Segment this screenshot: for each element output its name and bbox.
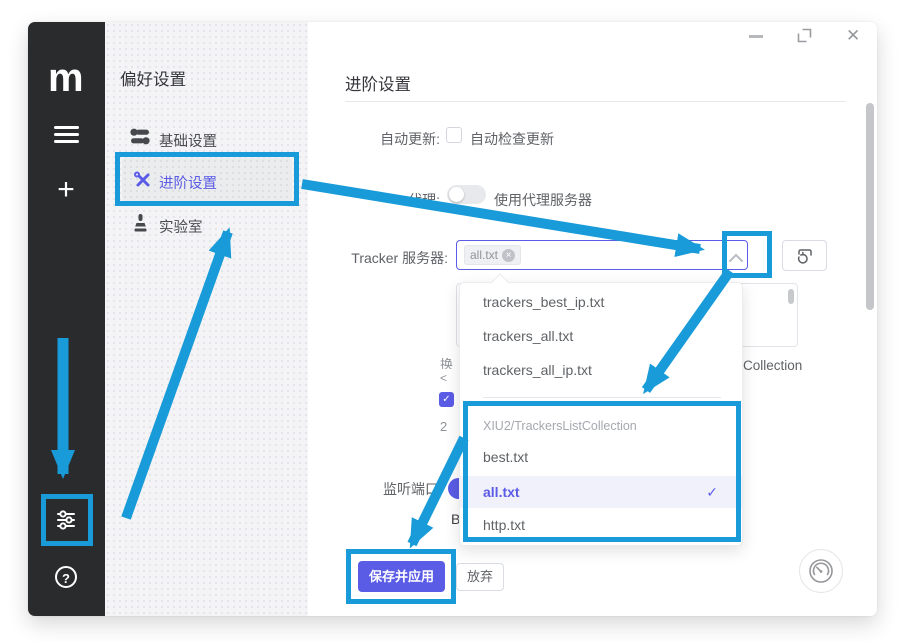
dropdown-item[interactable]: trackers_all.txt bbox=[460, 319, 742, 353]
sync-checkbox-checked[interactable]: ✓ bbox=[439, 392, 454, 407]
annotation-box-advanced-settings bbox=[115, 152, 299, 206]
listen-port-label: 监听端口 bbox=[383, 479, 439, 499]
help-text-fragment-1: 换 bbox=[440, 354, 453, 369]
annotation-box-sliders-icon bbox=[41, 494, 93, 546]
title-divider bbox=[345, 101, 846, 102]
proxy-option-label: 使用代理服务器 bbox=[494, 190, 592, 210]
speedometer-icon bbox=[808, 558, 834, 584]
lab-icon bbox=[133, 214, 148, 233]
help-icon[interactable]: ? bbox=[55, 566, 77, 588]
help-text-fragment-2: < bbox=[440, 371, 449, 385]
auto-update-option-label: 自动检查更新 bbox=[470, 129, 554, 149]
app-logo: m bbox=[48, 58, 86, 98]
maximize-button[interactable] bbox=[797, 28, 812, 43]
discard-button[interactable]: 放弃 bbox=[456, 563, 504, 591]
selected-tracker-tag[interactable]: all.txt × bbox=[464, 245, 521, 265]
toggle-knob bbox=[449, 187, 464, 202]
proxy-toggle[interactable] bbox=[447, 185, 486, 204]
sync-time-fragment: 2 bbox=[440, 419, 447, 434]
auto-update-label: 自动更新: bbox=[340, 129, 440, 149]
sync-tracker-button[interactable] bbox=[782, 240, 827, 271]
sidebar-item-lab[interactable]: 实验室 bbox=[159, 216, 203, 237]
tag-label: all.txt bbox=[470, 246, 498, 264]
tracker-server-label: Tracker 服务器: bbox=[330, 248, 448, 268]
dropdown-divider bbox=[483, 397, 721, 398]
proxy-label: 代理: bbox=[340, 190, 440, 210]
collection-link-fragment[interactable]: Collection bbox=[743, 358, 802, 373]
dropdown-item[interactable]: trackers_all_ip.txt bbox=[460, 353, 742, 387]
basic-settings-icon bbox=[130, 128, 150, 145]
close-window-button[interactable]: ✕ bbox=[846, 26, 860, 46]
preferences-panel-bg bbox=[105, 22, 308, 616]
annotation-box-chevron bbox=[722, 231, 772, 278]
auto-update-checkbox[interactable] bbox=[446, 127, 462, 143]
page-title: 进阶设置 bbox=[345, 71, 411, 95]
dropdown-item[interactable]: trackers_best_ip.txt bbox=[460, 285, 742, 319]
sidebar-item-basic-settings[interactable]: 基础设置 bbox=[159, 130, 217, 151]
annotation-box-dropdown-group bbox=[463, 401, 741, 542]
main-scrollbar-thumb[interactable] bbox=[866, 103, 874, 310]
speed-limit-button[interactable] bbox=[799, 549, 843, 593]
annotation-box-save-button bbox=[346, 549, 456, 604]
tag-close-icon[interactable]: × bbox=[502, 249, 515, 262]
screenshot-stage: m + ? 偏好设置 基础设置 进阶设置 实验室 bbox=[0, 0, 906, 643]
preferences-title: 偏好设置 bbox=[120, 66, 186, 90]
add-task-icon[interactable]: + bbox=[53, 178, 79, 204]
minimize-button[interactable] bbox=[749, 35, 763, 38]
task-list-icon[interactable] bbox=[54, 126, 79, 143]
textarea-scrollbar-thumb[interactable] bbox=[788, 289, 794, 304]
